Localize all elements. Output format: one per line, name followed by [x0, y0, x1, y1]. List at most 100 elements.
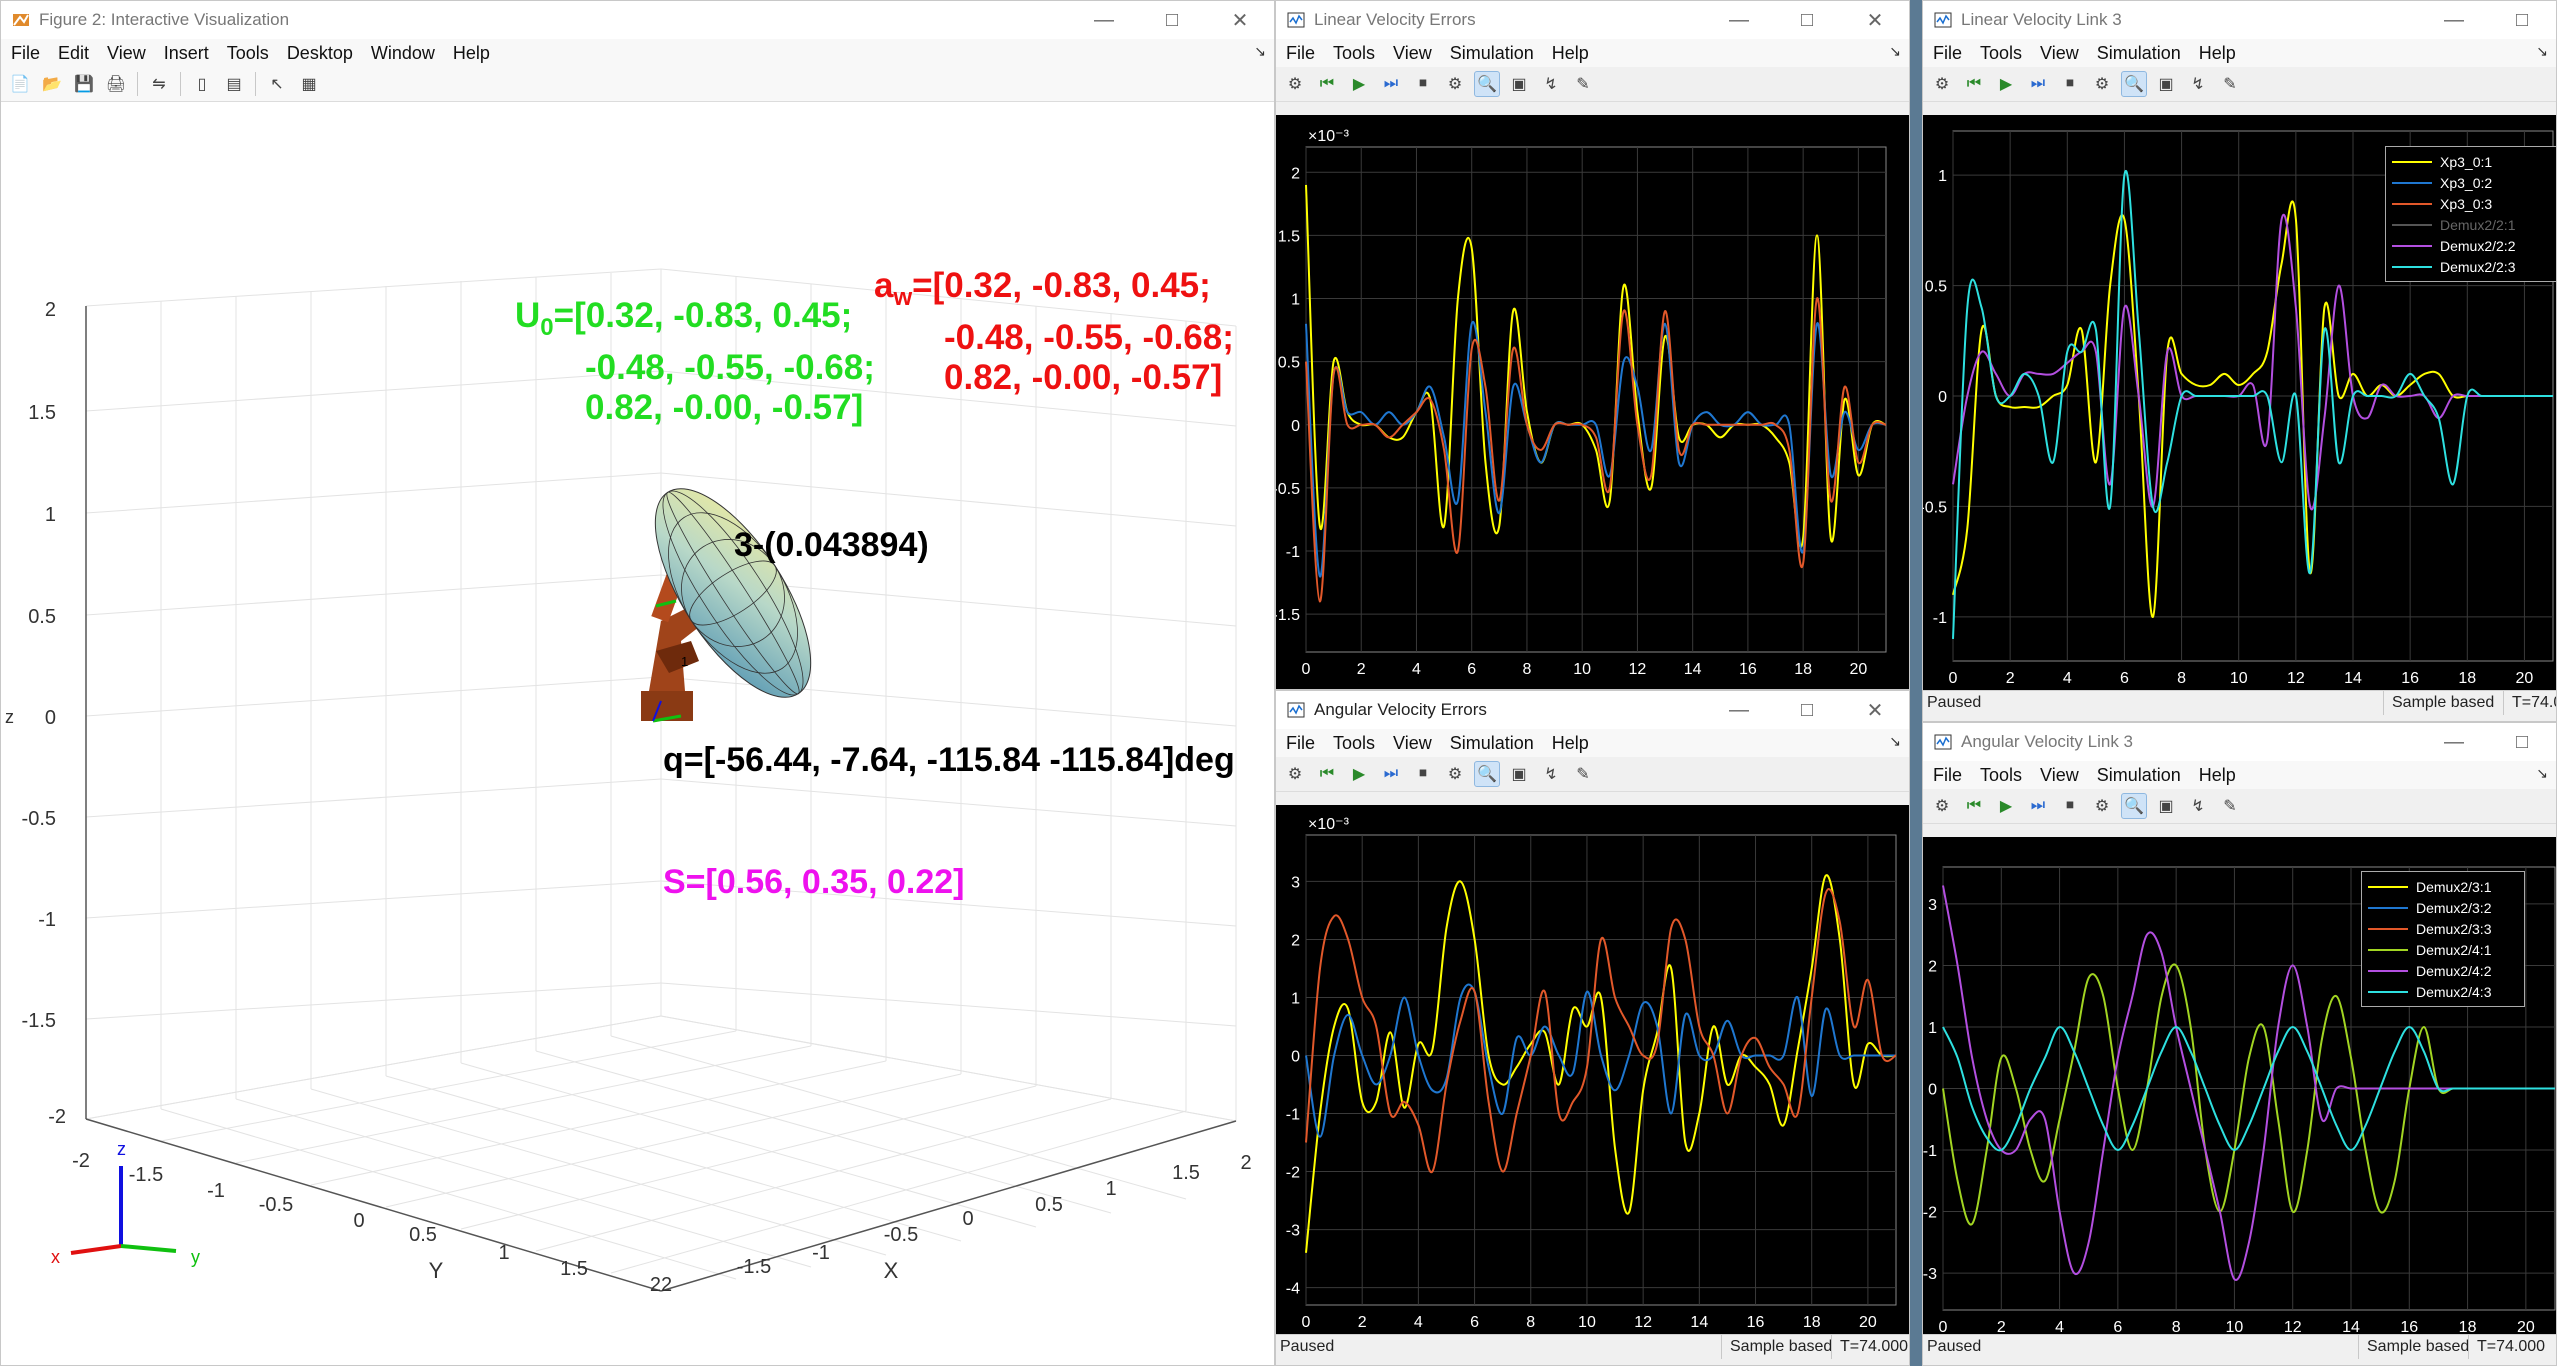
- autoscale-icon[interactable]: ▣: [2153, 793, 2179, 819]
- angular-link3-legend[interactable]: Demux2/3:1 Demux2/3:2 Demux2/3:3 Demux2/…: [2361, 871, 2525, 1007]
- menu-edit[interactable]: Edit: [58, 43, 89, 64]
- menu-help[interactable]: Help: [2199, 43, 2236, 64]
- run-icon[interactable]: ▶: [1346, 71, 1372, 97]
- menu-help[interactable]: Help: [2199, 765, 2236, 786]
- new-figure-icon[interactable]: 📄: [7, 71, 33, 97]
- triggers-icon[interactable]: ↯: [2185, 71, 2211, 97]
- property-inspector-icon[interactable]: ▦: [296, 71, 322, 97]
- triggers-icon[interactable]: ↯: [2185, 793, 2211, 819]
- angular-errors-plot[interactable]: 0 2 4 6 8 10 12 14 16 18 203210-1-2-3-4×10⁻³: [1276, 805, 1910, 1337]
- colorbar-icon[interactable]: ▯: [189, 71, 215, 97]
- menu-help[interactable]: Help: [1552, 733, 1589, 754]
- open-file-icon[interactable]: 📂: [39, 71, 65, 97]
- menu-help[interactable]: Help: [453, 43, 490, 64]
- figure-window[interactable]: Figure 2: Interactive Visualization — □ …: [0, 0, 1275, 1366]
- menu-desktop[interactable]: Desktop: [287, 43, 353, 64]
- step-back-icon[interactable]: ⏮: [1961, 71, 1987, 97]
- highlight-signal-icon[interactable]: ⚙: [2089, 71, 2115, 97]
- menu-view[interactable]: View: [1393, 733, 1432, 754]
- figure-titlebar[interactable]: Figure 2: Interactive Visualization — □ …: [1, 1, 1274, 39]
- close-button[interactable]: ✕: [1841, 1, 1909, 39]
- linear-link3-legend[interactable]: Xp3_0:1 Xp3_0:2 Xp3_0:3 Demux2/2:1 Demux…: [2385, 146, 2556, 282]
- close-button[interactable]: ✕: [1841, 691, 1909, 729]
- autoscale-icon[interactable]: ▣: [1506, 71, 1532, 97]
- step-forward-icon[interactable]: ⏭: [1378, 761, 1404, 787]
- menu-view[interactable]: View: [1393, 43, 1432, 64]
- cursor-measurements-icon[interactable]: ✎: [1570, 761, 1596, 787]
- highlight-signal-icon[interactable]: ⚙: [1442, 761, 1468, 787]
- menu-file[interactable]: File: [1933, 765, 1962, 786]
- dock-pin-icon[interactable]: ↘: [1889, 43, 1901, 60]
- scope-titlebar[interactable]: Linear Velocity Link 3 — □: [1923, 1, 2556, 39]
- autoscale-icon[interactable]: ▣: [1506, 761, 1532, 787]
- menu-simulation[interactable]: Simulation: [1450, 43, 1534, 64]
- maximize-button[interactable]: □: [1773, 1, 1841, 39]
- menu-tools[interactable]: Tools: [1980, 765, 2022, 786]
- dock-pin-icon[interactable]: ↘: [2536, 43, 2548, 60]
- stop-icon[interactable]: ⏹: [2057, 793, 2083, 819]
- menu-tools[interactable]: Tools: [1333, 43, 1375, 64]
- close-button[interactable]: ✕: [1206, 1, 1274, 39]
- menu-tools[interactable]: Tools: [227, 43, 269, 64]
- minimize-button[interactable]: —: [1705, 691, 1773, 729]
- menu-file[interactable]: File: [11, 43, 40, 64]
- run-icon[interactable]: ▶: [1993, 793, 2019, 819]
- cursor-measurements-icon[interactable]: ✎: [2217, 71, 2243, 97]
- minimize-button[interactable]: —: [1705, 1, 1773, 39]
- linear-errors-plot[interactable]: 0 2 4 6 8 10 12 14 16 18 20 2 1.5 1 0.5 0 -0.5 -1 -1.5 ×10⁻…: [1276, 115, 1910, 690]
- link-plot-icon[interactable]: ⇋: [146, 71, 172, 97]
- menu-file[interactable]: File: [1286, 43, 1315, 64]
- scope-linear-velocity-errors[interactable]: Linear Velocity Errors — □ ✕ File Tools …: [1275, 0, 1910, 690]
- highlight-signal-icon[interactable]: ⚙: [2089, 793, 2115, 819]
- pointer-icon[interactable]: ↖: [264, 71, 290, 97]
- menu-view[interactable]: View: [2040, 765, 2079, 786]
- settings-gear-icon[interactable]: ⚙: [1282, 761, 1308, 787]
- step-forward-icon[interactable]: ⏭: [2025, 793, 2051, 819]
- run-icon[interactable]: ▶: [1346, 761, 1372, 787]
- menu-insert[interactable]: Insert: [164, 43, 209, 64]
- legend-icon[interactable]: ▤: [221, 71, 247, 97]
- step-back-icon[interactable]: ⏮: [1314, 71, 1340, 97]
- minimize-button[interactable]: —: [2420, 1, 2488, 39]
- step-forward-icon[interactable]: ⏭: [2025, 71, 2051, 97]
- scope-titlebar[interactable]: Linear Velocity Errors — □ ✕: [1276, 1, 1909, 39]
- menu-view[interactable]: View: [107, 43, 146, 64]
- dock-pin-icon[interactable]: ↘: [2536, 765, 2548, 782]
- zoom-icon[interactable]: 🔍: [2121, 793, 2147, 819]
- menu-simulation[interactable]: Simulation: [2097, 765, 2181, 786]
- scope-titlebar[interactable]: Angular Velocity Errors — □ ✕: [1276, 691, 1909, 729]
- menu-simulation[interactable]: Simulation: [2097, 43, 2181, 64]
- scope-angular-velocity-link3[interactable]: Angular Velocity Link 3 — □ File Tools V…: [1922, 722, 2557, 1366]
- maximize-button[interactable]: □: [1138, 1, 1206, 39]
- print-icon[interactable]: 🖨: [103, 71, 129, 97]
- step-back-icon[interactable]: ⏮: [1961, 793, 1987, 819]
- menu-simulation[interactable]: Simulation: [1450, 733, 1534, 754]
- maximize-button[interactable]: □: [1773, 691, 1841, 729]
- menu-help[interactable]: Help: [1552, 43, 1589, 64]
- zoom-icon[interactable]: 🔍: [2121, 71, 2147, 97]
- settings-gear-icon[interactable]: ⚙: [1282, 71, 1308, 97]
- zoom-icon[interactable]: 🔍: [1474, 761, 1500, 787]
- autoscale-icon[interactable]: ▣: [2153, 71, 2179, 97]
- scope-linear-velocity-link3[interactable]: Linear Velocity Link 3 — □ File Tools Vi…: [1922, 0, 2557, 722]
- minimize-button[interactable]: —: [1070, 1, 1138, 39]
- triggers-icon[interactable]: ↯: [1538, 761, 1564, 787]
- menu-file[interactable]: File: [1286, 733, 1315, 754]
- menu-window[interactable]: Window: [371, 43, 435, 64]
- dock-pin-icon[interactable]: ↘: [1889, 733, 1901, 750]
- menu-tools[interactable]: Tools: [1980, 43, 2022, 64]
- save-icon[interactable]: 💾: [71, 71, 97, 97]
- menu-file[interactable]: File: [1933, 43, 1962, 64]
- minimize-button[interactable]: —: [2420, 723, 2488, 761]
- scope-angular-velocity-errors[interactable]: Angular Velocity Errors — □ ✕ File Tools…: [1275, 690, 1910, 1366]
- menu-view[interactable]: View: [2040, 43, 2079, 64]
- highlight-signal-icon[interactable]: ⚙: [1442, 71, 1468, 97]
- settings-gear-icon[interactable]: ⚙: [1929, 71, 1955, 97]
- maximize-button[interactable]: □: [2488, 723, 2556, 761]
- stop-icon[interactable]: ⏹: [1410, 71, 1436, 97]
- dock-pin-icon[interactable]: ↘: [1254, 43, 1266, 60]
- cursor-measurements-icon[interactable]: ✎: [2217, 793, 2243, 819]
- cursor-measurements-icon[interactable]: ✎: [1570, 71, 1596, 97]
- stop-icon[interactable]: ⏹: [1410, 761, 1436, 787]
- zoom-icon[interactable]: 🔍: [1474, 71, 1500, 97]
